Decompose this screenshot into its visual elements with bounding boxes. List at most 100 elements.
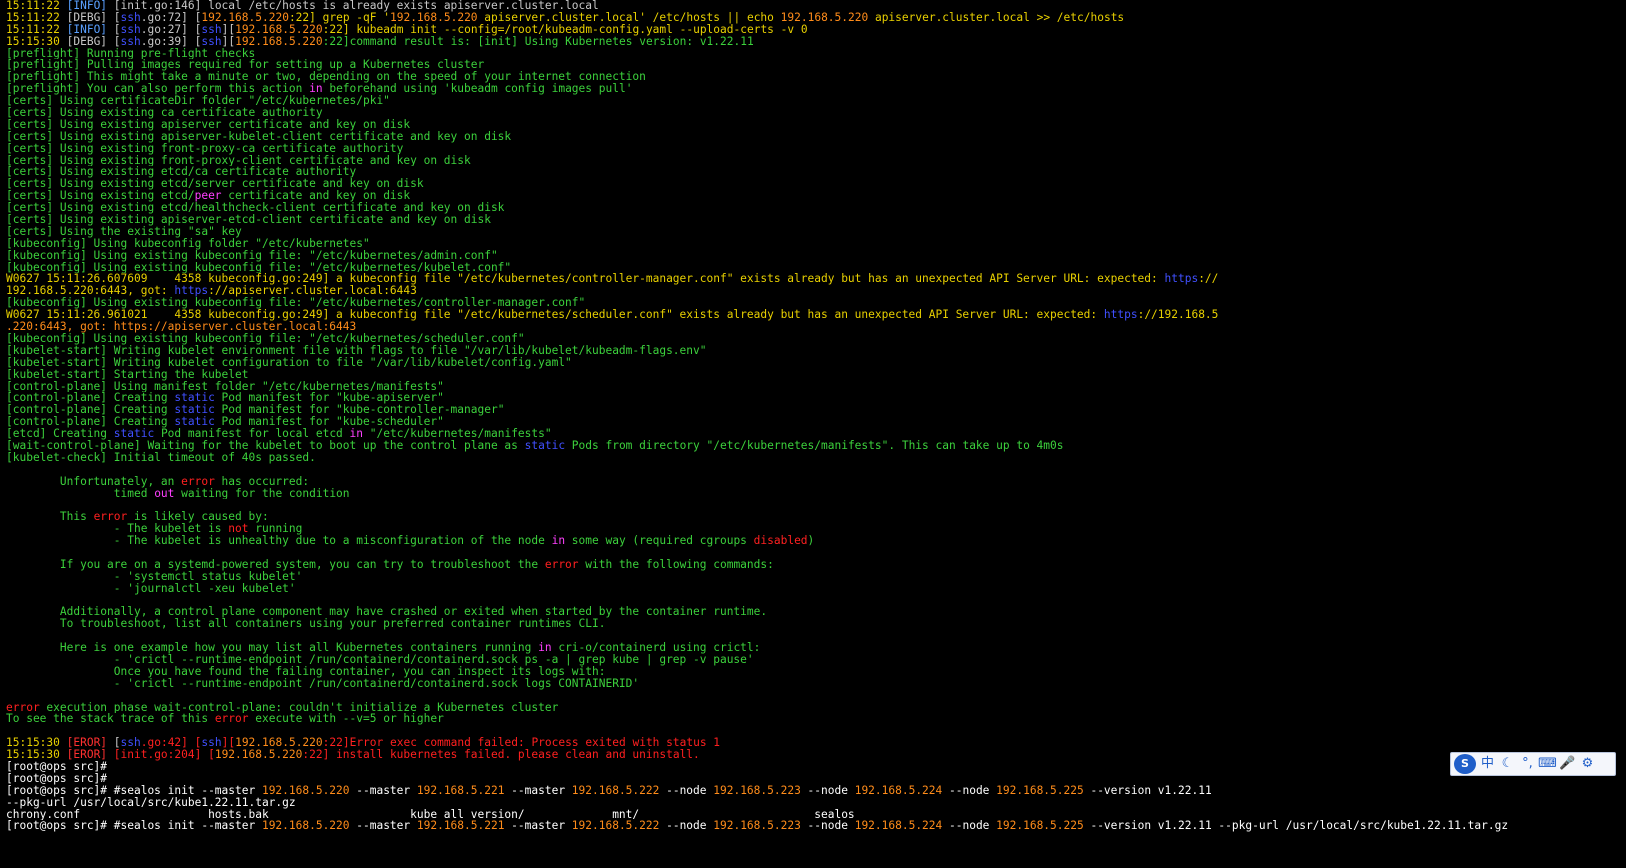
terminal-text-segment: static (113, 428, 155, 440)
terminal-text-segment: :22]command result is: [init] Using Kube… (322, 35, 754, 48)
terminal-text-segment: ssh (201, 737, 222, 750)
terminal-text-segment: 192.168.5.225 (996, 820, 1084, 833)
punctuation-button[interactable]: °, (1519, 755, 1536, 773)
terminal-line: [certs] Using certificateDir folder "/et… (6, 95, 1626, 107)
terminal-line: [certs] Using existing apiserver-kubelet… (6, 131, 1626, 143)
terminal-text-segment: cri-o/containerd using crictl: (551, 642, 761, 654)
terminal-text-segment: .go:27] [ (140, 23, 202, 36)
terminal-line: .220:6443, got: https://apiserver.cluste… (6, 321, 1626, 333)
terminal-text-segment: --node (659, 784, 714, 797)
terminal-text-segment: If you are on a systemd-powered system, … (6, 558, 545, 571)
terminal-text-segment: out (154, 487, 175, 500)
terminal-text-segment: [certs] Using existing front-proxy-clien… (6, 154, 471, 167)
terminal-line: - The kubelet is unhealthy due to a misc… (6, 535, 1626, 547)
terminal-text-segment: [ (113, 737, 121, 750)
terminal-line: 15:15:30 [EROR] [ssh.go:42] [ssh][192.16… (6, 737, 1626, 749)
terminal-text-segment: W0627 15:11:26.961021 4358 kubeconfig.go… (6, 309, 1104, 322)
terminal-text-segment: [kubeconfig] Using existing kubeconfig f… (6, 297, 586, 310)
terminal-text-segment: 15:15:30 (6, 749, 67, 761)
terminal-text-segment: 192.168.5.220 (235, 35, 323, 48)
terminal-text-segment: [certs] Using existing etcd/server certi… (6, 178, 424, 191)
terminal-line: --pkg-url /usr/local/src/kube1.22.11.tar… (6, 797, 1626, 809)
terminal-text-segment: --pkg-url /usr/local/src/kube1.22.11.tar… (6, 796, 296, 809)
terminal-line: 15:11:22 [DEBG] [ssh.go:72] [192.168.5.2… (6, 12, 1626, 24)
terminal-text-segment: apiserver.cluster.local >> /etc/hosts (868, 11, 1125, 24)
terminal-text-segment: 15:15:30 (6, 737, 67, 750)
terminal-text-segment: ssh (201, 23, 222, 36)
terminal-text-segment: 192.168.5.223 (713, 820, 801, 833)
terminal-text-segment: --master (504, 820, 572, 833)
terminal-line: - 'crictl --runtime-endpoint /run/contai… (6, 654, 1626, 666)
terminal-text-segment: To see the stack trace of this (6, 713, 215, 726)
terminal-text-segment: timed (6, 487, 155, 500)
terminal-text-segment: [ (113, 23, 121, 36)
terminal-line: timed out waiting for the condition (6, 488, 1626, 500)
terminal-text-segment: [DEBG] (66, 11, 114, 24)
terminal-text-segment: [certs] Using existing apiserver-etcd-cl… (6, 214, 491, 226)
terminal-text-segment: https (1164, 273, 1199, 286)
ime-toolbar[interactable]: S 中 ☾ °, ⌨ 🎤 ⚙ (1450, 752, 1616, 776)
terminal-text-segment: .go:42] [ (140, 737, 202, 750)
sogou-logo-icon[interactable]: S (1454, 754, 1476, 774)
terminal-text-segment: 192.168.5.220 (261, 820, 350, 833)
terminal-line: [kubelet-start] Writing kubelet environm… (6, 345, 1626, 357)
terminal-text-segment: - The kubelet is unhealthy due to a misc… (6, 535, 552, 547)
terminal-text-segment: --master (504, 784, 572, 797)
terminal-text-segment: ssh (120, 737, 141, 750)
terminal-text-segment: 192.168.5.220 (214, 749, 303, 761)
keyboard-icon[interactable]: ⌨ (1538, 755, 1557, 773)
terminal-line: [control-plane] Creating static Pod mani… (6, 392, 1626, 404)
terminal-text-segment: chrony.conf hosts.bak kube_all_version/ … (6, 808, 855, 821)
terminal-text-segment: Once you have found the failing containe… (6, 665, 606, 678)
terminal-text-segment: [certs] Using existing etcd/ (6, 190, 195, 203)
terminal-output[interactable]: 15:11:22 [INFO] [init.go:146] local /etc… (0, 0, 1626, 868)
terminal-text-segment: Pods from directory "/etc/kubernetes/man… (565, 439, 1064, 452)
terminal-text-segment: Pod manifest for "kube-scheduler" (214, 416, 444, 429)
microphone-icon[interactable]: 🎤 (1559, 755, 1576, 773)
moon-icon[interactable]: ☾ (1499, 755, 1516, 773)
terminal-line: error execution phase wait-control-plane… (6, 702, 1626, 714)
terminal-text-segment: --node (659, 820, 714, 833)
terminal-line: Once you have found the failing containe… (6, 666, 1626, 678)
terminal-text-segment: ssh (201, 35, 222, 48)
terminal-text-segment: not (228, 523, 249, 536)
terminal-line: [kubelet-start] Starting the kubelet (6, 369, 1626, 381)
terminal-text-segment: [certs] Using existing apiserver certifi… (6, 118, 411, 131)
terminal-text-segment: ssh (120, 11, 141, 24)
terminal-text-segment: [preflight] Running pre-flight checks (6, 47, 256, 60)
terminal-text-segment: W0627 15:11:26.607609 4358 kubeconfig.go… (6, 273, 1165, 286)
terminal-line: [kubeconfig] Using existing kubeconfig f… (6, 262, 1626, 274)
terminal-line: 15:15:30 [DEBG] [ssh.go:39] [ssh][192.16… (6, 36, 1626, 48)
terminal-text-segment: 192.168.5.222 (571, 784, 660, 797)
terminal-text-segment: running (248, 523, 303, 536)
terminal-text-segment: [certs] Using certificateDir folder "/et… (6, 95, 390, 108)
terminal-text-segment: [certs] Using existing apiserver-kubelet… (6, 130, 512, 143)
terminal-text-segment: [kubeconfig] Using kubeconfig folder "/e… (6, 237, 370, 250)
terminal-line: 15:11:22 [INFO] [init.go:146] local /etc… (6, 0, 1626, 12)
terminal-text-segment: 192.168.5.225 (996, 784, 1084, 797)
terminal-line: [root@ops src]# (6, 761, 1626, 773)
terminal-text-segment: Pod manifest for "kube-controller-manage… (214, 404, 505, 417)
terminal-text-segment: has occurred: (214, 475, 310, 488)
terminal-line: [kubelet-start] Writing kubelet configur… (6, 357, 1626, 369)
chinese-mode-button[interactable]: 中 (1479, 755, 1496, 773)
terminal-text-segment: Unfortunately, an (6, 475, 182, 488)
terminal-line: [certs] Using the existing "sa" key (6, 226, 1626, 238)
terminal-text-segment: [kubeconfig] Using existing kubeconfig f… (6, 261, 512, 274)
terminal-line: - 'systemctl status kubelet' (6, 571, 1626, 583)
terminal-text-segment: - The kubelet is (6, 523, 229, 536)
terminal-text-segment: static (174, 392, 215, 405)
terminal-text-segment: https (1103, 309, 1138, 322)
terminal-text-segment: 192.168.5.224 (854, 820, 943, 833)
terminal-text-segment: --master (349, 820, 417, 833)
settings-gear-icon[interactable]: ⚙ (1579, 755, 1596, 773)
terminal-line: [kubelet-check] Initial timeout of 40s p… (6, 452, 1626, 464)
terminal-text-segment: in (309, 83, 323, 96)
terminal-line: [preflight] Pulling images required for … (6, 59, 1626, 71)
terminal-text-segment: [certs] Using existing front-proxy-ca ce… (6, 142, 404, 155)
terminal-text-segment: [DEBG] (66, 35, 114, 48)
